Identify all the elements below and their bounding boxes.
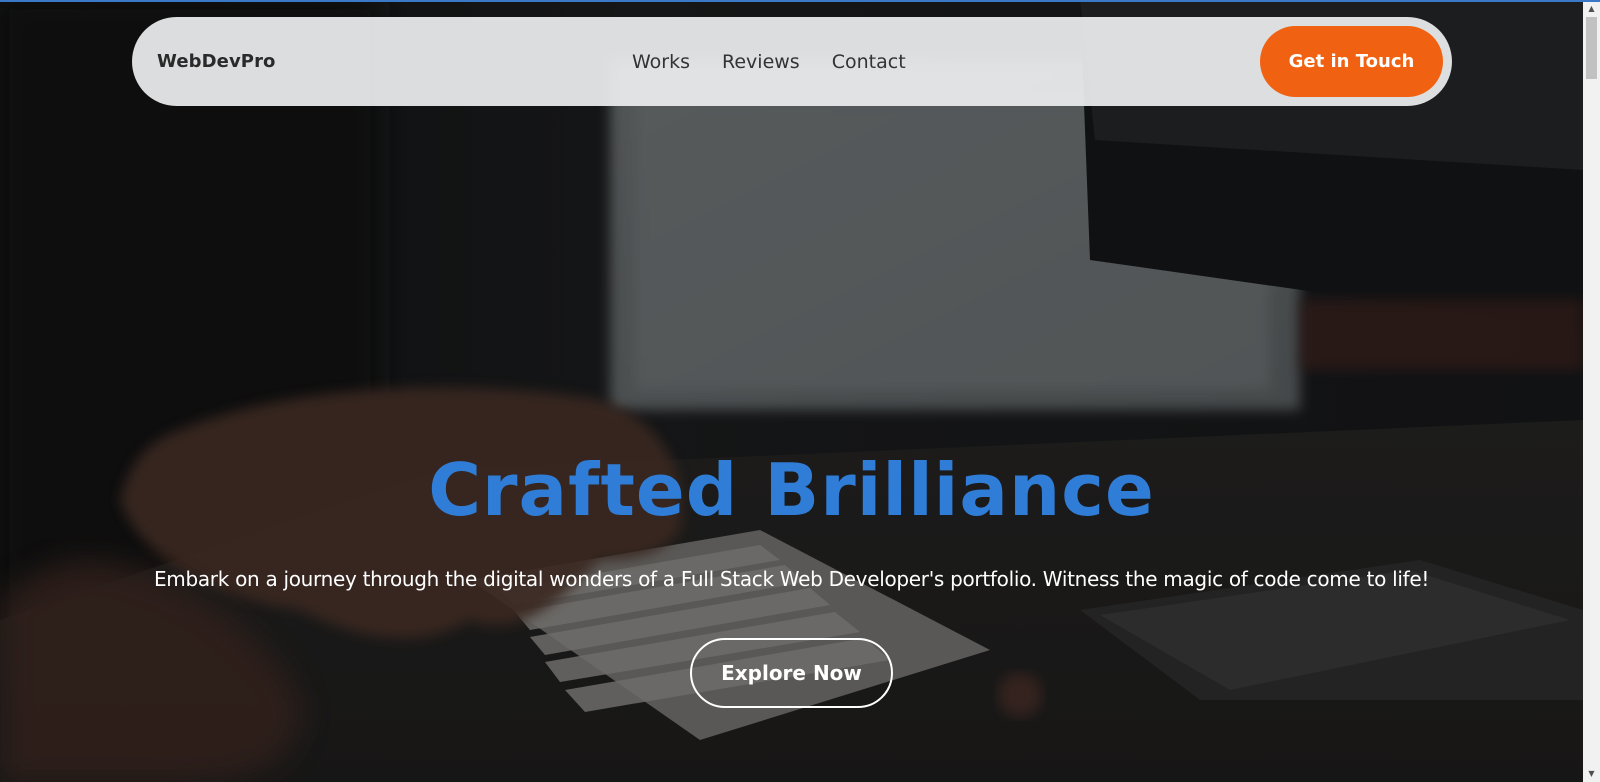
- top-accent-line: [0, 0, 1600, 2]
- navbar: WebDevPro Works Reviews Contact Get in T…: [132, 17, 1452, 106]
- nav-link-contact[interactable]: Contact: [832, 51, 906, 73]
- explore-now-button[interactable]: Explore Now: [690, 638, 893, 708]
- get-in-touch-button[interactable]: Get in Touch: [1260, 26, 1443, 97]
- nav-link-reviews[interactable]: Reviews: [722, 51, 800, 73]
- scroll-up-arrow-icon[interactable]: ▲: [1583, 0, 1600, 17]
- scroll-down-arrow-icon[interactable]: ▼: [1583, 765, 1600, 782]
- brand-logo[interactable]: WebDevPro: [157, 17, 276, 106]
- nav-links: Works Reviews Contact: [632, 17, 906, 106]
- hero-subtitle: Embark on a journey through the digital …: [153, 567, 1430, 591]
- page: WebDevPro Works Reviews Contact Get in T…: [0, 0, 1600, 782]
- scrollbar-thumb[interactable]: [1586, 17, 1597, 79]
- hero-title: Crafted Brilliance: [428, 448, 1155, 532]
- nav-link-works[interactable]: Works: [632, 51, 690, 73]
- vertical-scrollbar[interactable]: ▲ ▼: [1583, 0, 1600, 782]
